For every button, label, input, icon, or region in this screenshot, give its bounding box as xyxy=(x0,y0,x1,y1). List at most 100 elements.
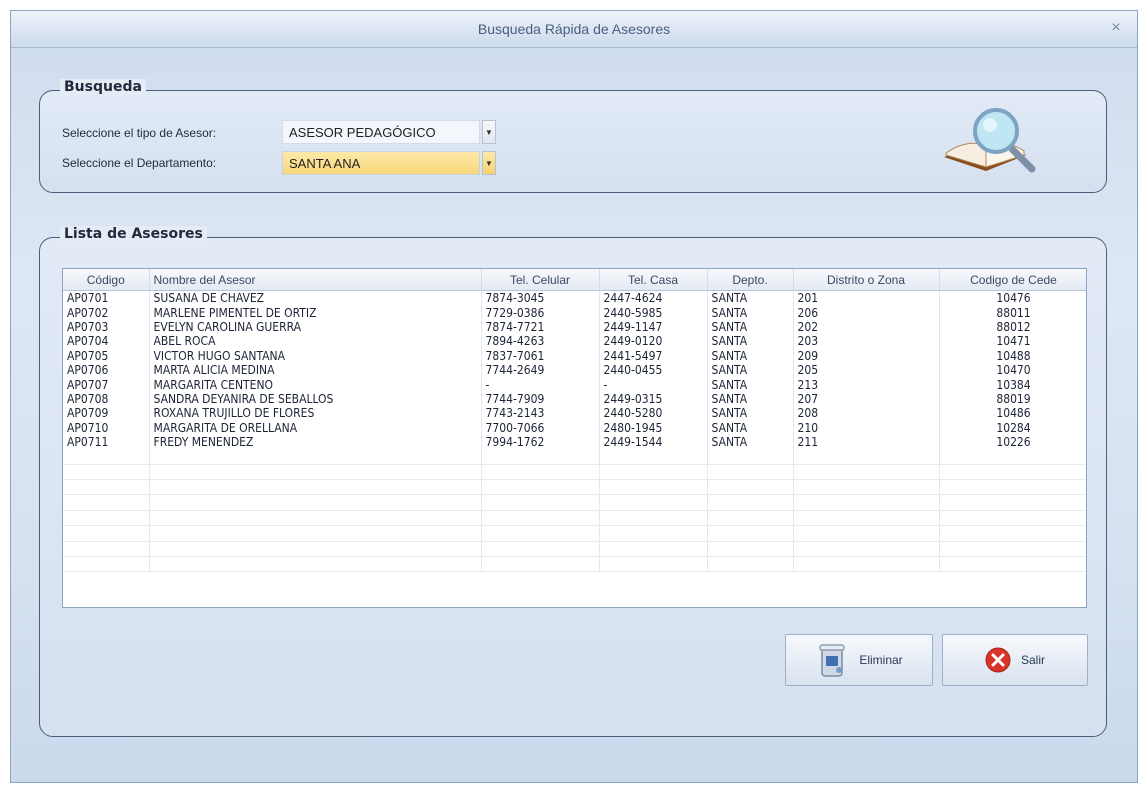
close-icon[interactable]: × xyxy=(1107,19,1125,37)
cell-distrito: 208 xyxy=(793,406,940,421)
departamento-value: SANTA ANA xyxy=(282,151,480,175)
departamento-select[interactable]: SANTA ANA ▼ xyxy=(282,151,496,175)
cell-tel-casa: 2449-0120 xyxy=(599,334,708,349)
cell-distrito: 213 xyxy=(793,377,940,392)
cell-tel-celular: 7744-7909 xyxy=(481,391,600,407)
cell-depto: SANTA xyxy=(707,334,794,349)
cell-tel-casa: - xyxy=(599,377,708,392)
window-title: Busqueda Rápida de Asesores xyxy=(477,21,671,37)
cell-codigo: AP0707 xyxy=(63,377,150,392)
departamento-label: Seleccione el Departamento: xyxy=(62,156,217,170)
table-row[interactable]: AP0709 ROXANA TRUJILLO DE FLORES 7743-2143… xyxy=(63,406,1086,421)
empty-row xyxy=(63,449,1086,465)
cell-distrito: 203 xyxy=(793,334,940,349)
table-row[interactable]: AP0711 FREDY MENENDEZ 7994-1762 2449-1544 SA… xyxy=(63,434,1086,450)
cell-codigo: AP0704 xyxy=(63,334,150,349)
cell-distrito: 209 xyxy=(793,348,940,363)
cell-depto: SANTA xyxy=(707,391,794,407)
cell-tel-celular: - xyxy=(481,377,600,392)
table-row[interactable]: AP0710 MARGARITA DE ORELLANA 7700-7066 2480… xyxy=(63,420,1086,435)
cell-distrito: 202 xyxy=(793,319,940,335)
table-row[interactable]: AP0708 SANDRA DEYANIRA DE SEBALLOS 7744-79… xyxy=(63,391,1086,407)
table-row[interactable]: AP0705 VICTOR HUGO SANTANA 7837-7061 2441-5… xyxy=(63,348,1086,363)
cell-tel-casa: 2449-0315 xyxy=(599,391,708,407)
cell-codigo: AP0711 xyxy=(63,434,150,450)
cell-nombre: MARGARITA DE ORELLANA xyxy=(149,420,482,435)
empty-row xyxy=(63,556,1086,573)
eliminar-button-label: Eliminar xyxy=(859,653,903,667)
cell-distrito: 210 xyxy=(793,420,940,435)
title-bar: Busqueda Rápida de Asesores × xyxy=(11,11,1137,48)
cell-tel-casa: 2440-5985 xyxy=(599,305,708,320)
cell-depto: SANTA xyxy=(707,348,794,363)
cell-codigo-cede: 10476 xyxy=(939,290,1086,306)
cell-codigo-cede: 88011 xyxy=(939,305,1086,320)
table-row[interactable]: AP0707 MARGARITA CENTENO - - SANTA 213 10384 xyxy=(63,377,1086,392)
cell-codigo: AP0705 xyxy=(63,348,150,363)
cell-tel-celular: 7743-2143 xyxy=(481,406,600,421)
column-header-depto[interactable]: Depto. xyxy=(707,269,794,291)
cell-tel-celular: 7729-0386 xyxy=(481,305,600,320)
tipo-asesor-value: ASESOR PEDAGÓGICO xyxy=(282,120,480,144)
cell-distrito: 205 xyxy=(793,362,940,378)
empty-row xyxy=(63,541,1086,558)
table-row[interactable]: AP0706 MARTA ALICIA MEDINA 7744-2649 2440-0… xyxy=(63,362,1086,378)
cell-codigo: AP0710 xyxy=(63,420,150,435)
cell-tel-celular: 7837-7061 xyxy=(481,348,600,363)
cell-depto: SANTA xyxy=(707,377,794,392)
chevron-down-icon[interactable]: ▼ xyxy=(482,151,496,175)
cell-codigo: AP0701 xyxy=(63,290,150,306)
list-group: Lista de Asesores Código Nombre del Ases… xyxy=(39,226,1107,737)
tipo-asesor-select[interactable]: ASESOR PEDAGÓGICO ▼ xyxy=(282,120,496,144)
cell-tel-celular: 7874-3045 xyxy=(481,290,600,306)
cell-nombre: MARLENE PIMENTEL DE ORTIZ xyxy=(149,305,482,320)
salir-button[interactable]: Salir xyxy=(942,634,1088,686)
cell-codigo: AP0709 xyxy=(63,406,150,421)
cell-nombre: MARGARITA CENTENO xyxy=(149,377,482,392)
tipo-asesor-label: Seleccione el tipo de Asesor: xyxy=(62,126,217,140)
cell-nombre: FREDY MENENDEZ xyxy=(149,434,482,450)
table-row[interactable]: AP0703 EVELYN CAROLINA GUERRA 7874-7721 244… xyxy=(63,319,1086,335)
eliminar-button[interactable]: Eliminar xyxy=(785,634,933,686)
cell-tel-casa: 2480-1945 xyxy=(599,420,708,435)
cell-tel-casa: 2440-5280 xyxy=(599,406,708,421)
column-header-codigo[interactable]: Código xyxy=(63,269,150,291)
empty-row xyxy=(63,479,1086,496)
cell-depto: SANTA xyxy=(707,434,794,450)
column-header-codigo-cede[interactable]: Codigo de Cede xyxy=(939,269,1086,291)
cell-codigo-cede: 10384 xyxy=(939,377,1086,392)
cell-nombre: SANDRA DEYANIRA DE SEBALLOS xyxy=(149,391,482,407)
table-row[interactable]: AP0704 ABEL ROCA 7894-4263 2449-0120 SANTA 20… xyxy=(63,334,1086,349)
cell-codigo-cede: 10488 xyxy=(939,348,1086,363)
cell-nombre: VICTOR HUGO SANTANA xyxy=(149,348,482,363)
cell-tel-casa: 2441-5497 xyxy=(599,348,708,363)
cell-codigo-cede: 88019 xyxy=(939,391,1086,407)
table-row[interactable]: AP0701 SUSANA DE CHAVEZ 7874-3045 2447-4624… xyxy=(63,290,1086,306)
cell-codigo-cede: 10470 xyxy=(939,362,1086,378)
column-header-tel-celular[interactable]: Tel. Celular xyxy=(481,269,600,291)
cell-tel-casa: 2440-0455 xyxy=(599,362,708,378)
cell-distrito: 206 xyxy=(793,305,940,320)
cell-tel-celular: 7744-2649 xyxy=(481,362,600,378)
book-magnifier-icon xyxy=(938,105,1048,183)
cell-nombre: SUSANA DE CHAVEZ xyxy=(149,290,482,306)
cell-codigo-cede: 10471 xyxy=(939,334,1086,349)
empty-row xyxy=(63,510,1086,527)
cell-tel-casa: 2449-1544 xyxy=(599,434,708,450)
column-header-tel-casa[interactable]: Tel. Casa xyxy=(599,269,708,291)
column-header-distrito[interactable]: Distrito o Zona xyxy=(793,269,940,291)
asesores-table[interactable]: Código Nombre del Asesor Tel. Celular Te… xyxy=(62,268,1087,608)
cell-codigo: AP0706 xyxy=(63,362,150,378)
cell-nombre: EVELYN CAROLINA GUERRA xyxy=(149,319,482,335)
empty-row xyxy=(63,525,1086,542)
table-row[interactable]: AP0702 MARLENE PIMENTEL DE ORTIZ 7729-0386… xyxy=(63,305,1086,320)
cell-codigo-cede: 10284 xyxy=(939,420,1086,435)
dialog-window: Busqueda Rápida de Asesores × Busqueda S… xyxy=(10,10,1138,783)
cell-codigo: AP0703 xyxy=(63,319,150,335)
cell-nombre: MARTA ALICIA MEDINA xyxy=(149,362,482,378)
cell-codigo-cede: 88012 xyxy=(939,319,1086,335)
cell-codigo: AP0708 xyxy=(63,391,150,407)
chevron-down-icon[interactable]: ▼ xyxy=(482,120,496,144)
column-header-nombre[interactable]: Nombre del Asesor xyxy=(149,269,482,291)
table-header-row: Código Nombre del Asesor Tel. Celular Te… xyxy=(63,269,1086,291)
